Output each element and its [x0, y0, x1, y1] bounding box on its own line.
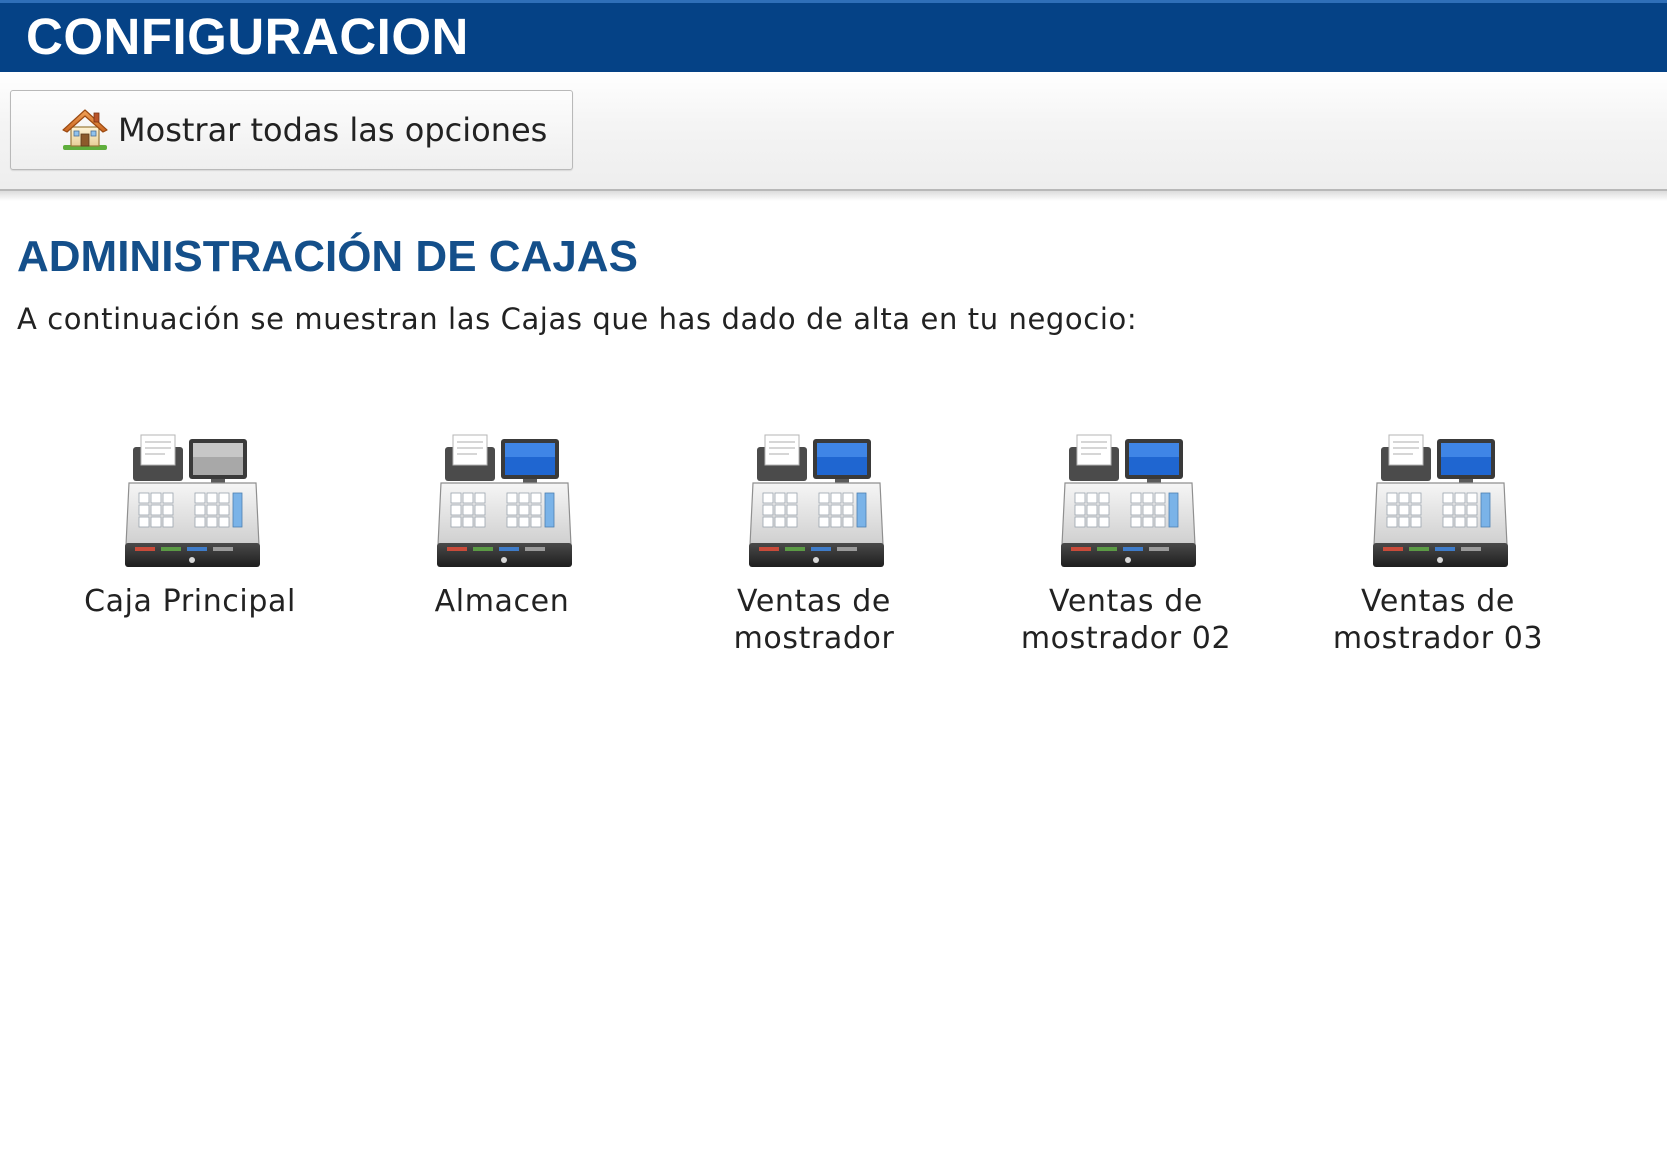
show-all-options-button[interactable]: Mostrar todas las opciones	[10, 90, 573, 170]
cash-register-icon	[749, 434, 884, 568]
toolbar: Mostrar todas las opciones	[0, 72, 1667, 191]
toolbar-shadow	[0, 191, 1667, 201]
title-bar: CONFIGURACION	[0, 0, 1667, 72]
caja-label-line2: mostrador	[733, 621, 895, 656]
caja-item-principal[interactable]: Caja Principal	[40, 433, 340, 673]
section-description: A continuación se muestran las Cajas que…	[17, 302, 1138, 336]
cash-register-icon	[125, 434, 260, 568]
caja-label-line1: Caja Principal	[84, 584, 296, 619]
caja-item-ventas-mostrador-02[interactable]: Ventas de mostrador 02	[976, 433, 1276, 673]
page-title: CONFIGURACION	[26, 8, 469, 65]
caja-label-line1: Ventas de	[1361, 584, 1515, 619]
section-title: ADMINISTRACIÓN DE CAJAS	[17, 232, 638, 281]
show-all-options-label: Mostrar todas las opciones	[118, 111, 548, 149]
caja-item-ventas-mostrador-03[interactable]: Ventas de mostrador 03	[1288, 433, 1588, 673]
caja-label-line1: Ventas de	[737, 584, 891, 619]
home-icon	[62, 109, 108, 150]
caja-label-line2: mostrador 03	[1332, 621, 1544, 656]
caja-item-almacen[interactable]: Almacen	[352, 433, 652, 673]
cash-register-icon	[1373, 434, 1508, 568]
cash-register-icon	[1061, 434, 1196, 568]
cash-register-icon	[437, 434, 572, 568]
caja-label-line2: mostrador 02	[1020, 621, 1232, 656]
caja-label-line1: Ventas de	[1049, 584, 1203, 619]
caja-label-line1: Almacen	[434, 584, 570, 619]
caja-item-ventas-mostrador[interactable]: Ventas de mostrador	[664, 433, 964, 673]
